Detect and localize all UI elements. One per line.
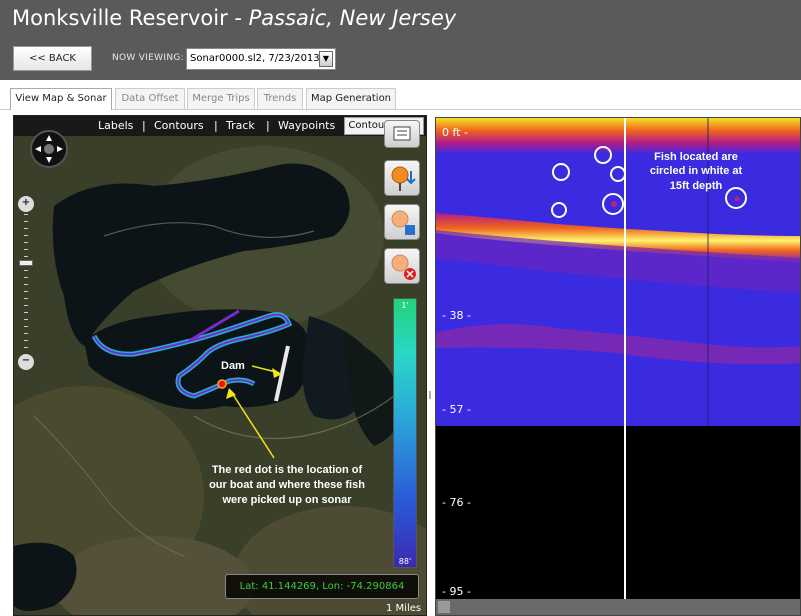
depth-color-scale: 1' 88'	[393, 298, 417, 568]
zoom-slider-track[interactable]	[24, 214, 28, 354]
tab-view-map-sonar[interactable]: View Map & Sonar	[10, 88, 112, 110]
page-title: Monksville Reservoir - Passaic, New Jers…	[12, 6, 456, 30]
fish-echo	[734, 196, 740, 202]
depth-tick-57: - 57 -	[442, 403, 471, 416]
now-viewing-label: NOW VIEWING:	[112, 53, 184, 63]
depth-tick-0: 0 ft -	[442, 126, 468, 139]
chevron-down-icon[interactable]: ▼	[319, 51, 333, 67]
boat-annotation: The red dot is the location of our boat …	[209, 464, 365, 506]
fish-echo	[611, 201, 617, 207]
depth-tick-38: - 38 -	[442, 309, 471, 322]
page-title-main: Monksville Reservoir -	[12, 6, 249, 30]
header-bar: Monksville Reservoir - Passaic, New Jers…	[0, 0, 801, 80]
depth-scale-min: 1'	[401, 301, 409, 310]
depth-tick-76: - 76 -	[442, 496, 471, 509]
layer-labels[interactable]: Labels	[98, 116, 133, 136]
depth-tick-95: - 95 -	[442, 585, 471, 598]
layer-separator: |	[266, 119, 270, 132]
pan-compass-icon[interactable]	[30, 130, 68, 168]
layer-toolbar: Labels | Contours | Track | Waypoints Co…	[14, 116, 426, 136]
tab-bar: View Map & Sonar Data Offset Merge Trips…	[0, 80, 801, 110]
layer-contours[interactable]: Contours	[154, 116, 204, 136]
scrollbar-thumb[interactable]	[438, 601, 450, 613]
delete-waypoint-icon[interactable]	[384, 248, 420, 284]
tab-merge-trips[interactable]: Merge Trips	[187, 88, 255, 109]
sonar-scrollbar[interactable]	[436, 599, 800, 615]
now-viewing-select[interactable]: Sonar0000.sl2, 7/23/2013 ▼	[186, 48, 336, 70]
edit-note-icon[interactable]	[384, 120, 420, 148]
depth-scale-max: 88'	[398, 557, 412, 566]
zoom-out-icon[interactable]: −	[18, 354, 34, 370]
zoom-in-icon[interactable]: +	[18, 196, 34, 212]
dam-annotation: Dam	[221, 360, 245, 372]
latlon-readout: Lat: 41.144269, Lon: -74.290864	[225, 574, 419, 599]
tab-trends[interactable]: Trends	[257, 88, 303, 109]
panel-splitter[interactable]: ‖	[428, 390, 432, 399]
layer-separator: |	[142, 119, 146, 132]
now-viewing-value: Sonar0000.sl2, 7/23/2013	[190, 53, 320, 64]
page-title-location: Passaic, New Jersey	[248, 6, 457, 30]
back-button[interactable]: << BACK	[13, 46, 92, 71]
save-waypoint-icon[interactable]	[384, 204, 420, 240]
tab-map-generation[interactable]: Map Generation	[306, 88, 396, 109]
layer-track[interactable]: Track	[226, 116, 255, 136]
add-waypoint-icon[interactable]	[384, 160, 420, 196]
fish-annotation: Fish located are circled in white at 15f…	[649, 151, 743, 192]
tab-data-offset[interactable]: Data Offset	[115, 88, 185, 109]
map-scale-label: 1 Miles	[386, 603, 422, 614]
map-panel[interactable]: Labels | Contours | Track | Waypoints Co…	[13, 115, 427, 616]
sonar-panel[interactable]: 0 ft - - 38 - - 57 - - 76 - - 95 - Fish …	[435, 117, 801, 616]
layer-waypoints[interactable]: Waypoints	[278, 116, 335, 136]
layer-separator: |	[214, 119, 218, 132]
zoom-slider-handle[interactable]	[19, 260, 33, 266]
